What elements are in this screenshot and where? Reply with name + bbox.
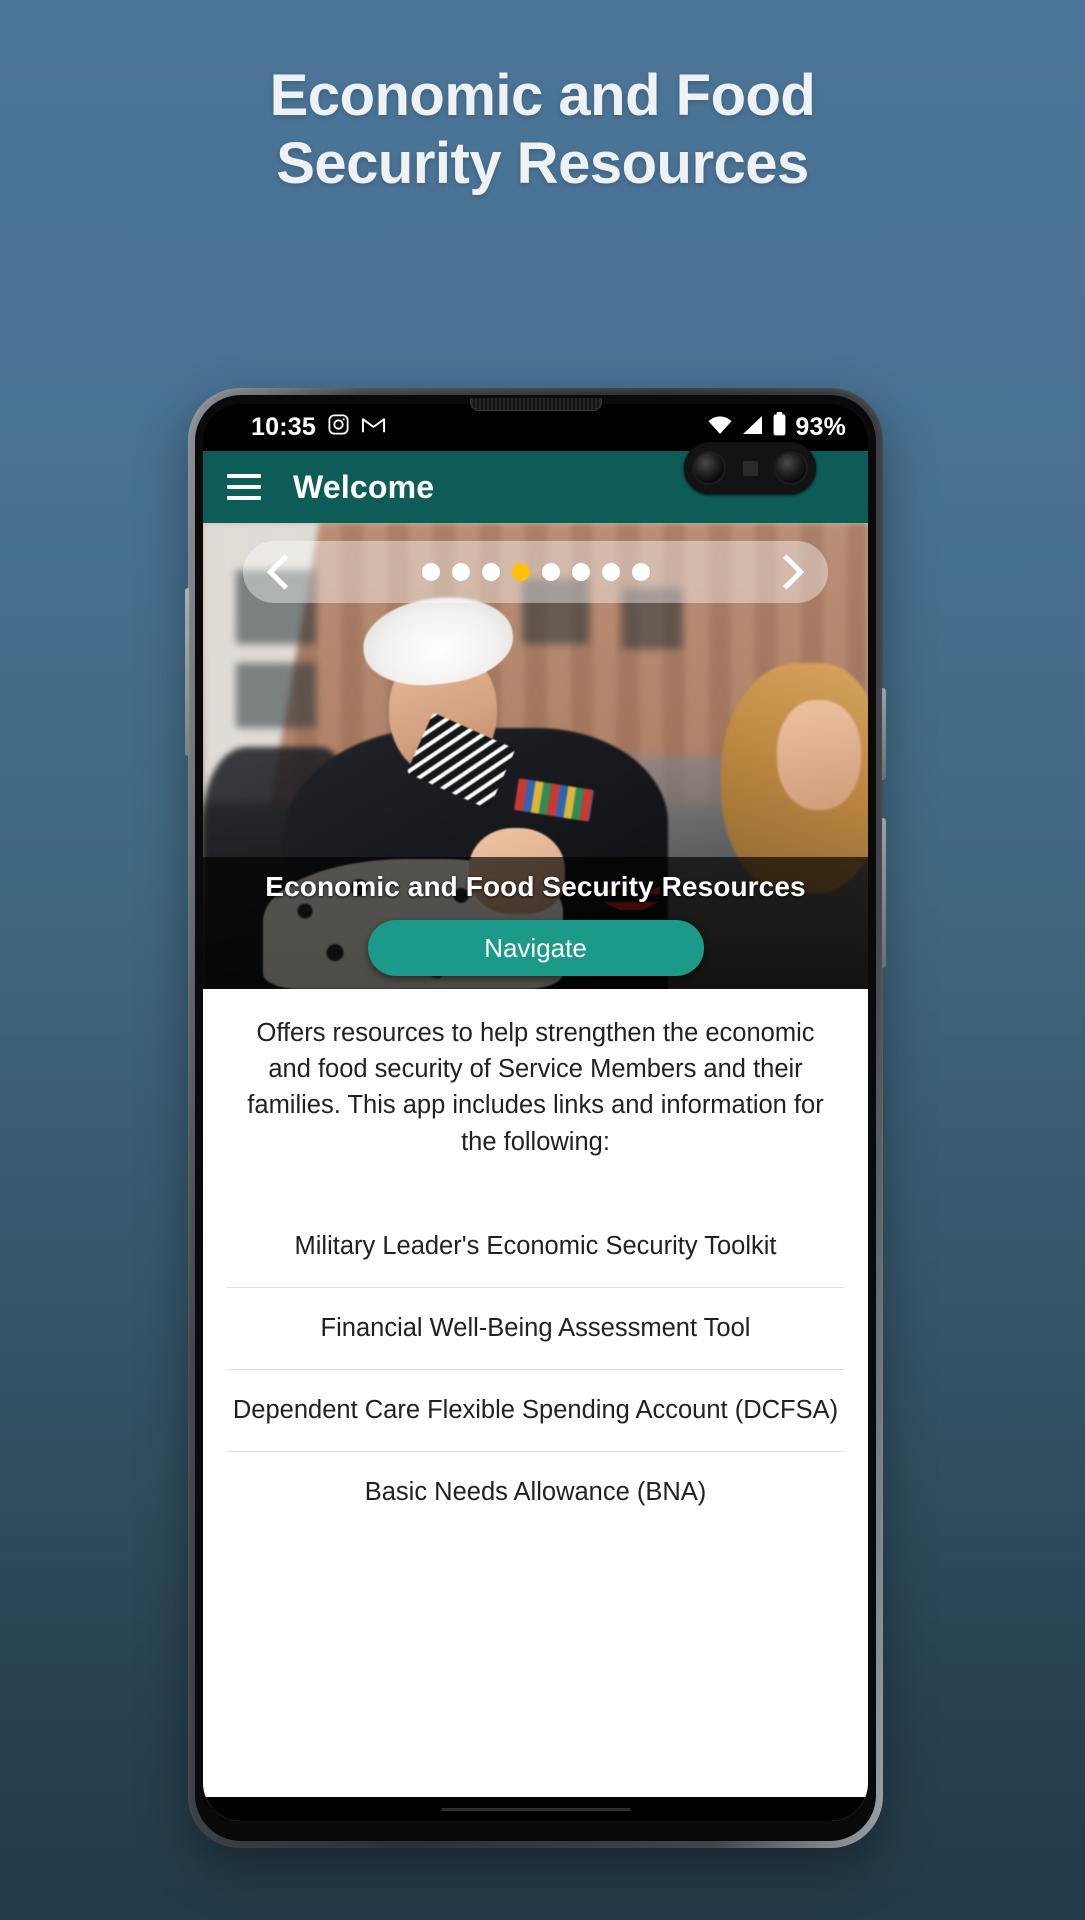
chevron-right-icon[interactable]	[772, 549, 806, 595]
earpiece-speaker-icon	[469, 398, 602, 411]
camera-lens-icon	[694, 453, 724, 483]
app-bar-title: Welcome	[293, 468, 435, 505]
page-title-line-1: Economic and Food	[269, 63, 816, 128]
carousel-dot-6[interactable]	[571, 563, 590, 581]
resource-list: Military Leader's Economic Security Tool…	[227, 1206, 844, 1533]
carousel-dot-5[interactable]	[541, 563, 560, 581]
camera-lens-icon	[776, 453, 806, 483]
instagram-icon	[327, 413, 350, 443]
hamburger-bar	[227, 474, 261, 478]
photo-window	[236, 662, 317, 729]
carousel-dot-7[interactable]	[601, 563, 620, 581]
list-item[interactable]: Basic Needs Allowance (BNA)	[227, 1452, 844, 1533]
phone-volume-button	[882, 818, 886, 968]
camera-sensor-icon	[742, 460, 758, 476]
phone-power-button	[882, 688, 886, 780]
chevron-left-icon[interactable]	[265, 549, 299, 595]
carousel-dot-1[interactable]	[421, 563, 440, 581]
carousel-dot-2[interactable]	[451, 563, 470, 581]
gmail-icon	[361, 414, 386, 442]
phone-bezel: 10:35 93% Welcome Economic and Food Secu…	[195, 395, 876, 1841]
page-title-line-2: Security Resources	[276, 131, 809, 197]
wifi-icon	[707, 414, 733, 442]
status-bar-right: 93%	[707, 412, 846, 443]
phone-mockup: 10:35 93% Welcome Economic and Food Secu…	[185, 388, 886, 1848]
battery-percent-label: 93%	[795, 413, 846, 441]
list-item[interactable]: Military Leader's Economic Security Tool…	[227, 1206, 844, 1288]
carousel-dot-4-active[interactable]	[511, 563, 530, 581]
cellular-signal-icon	[741, 414, 764, 442]
carousel-dots	[421, 563, 650, 581]
carousel-controls	[243, 541, 828, 603]
navigation-gesture-bar	[203, 1797, 868, 1821]
intro-paragraph: Offers resources to help strengthen the …	[247, 1019, 824, 1156]
list-item[interactable]: Dependent Care Flexible Spending Account…	[227, 1370, 844, 1452]
photo-woman-face	[777, 700, 862, 811]
carousel-dot-8[interactable]	[631, 563, 650, 581]
page-title: Economic and Food Security Resources	[0, 62, 1085, 199]
carousel-caption: Economic and Food Security Resources	[265, 871, 806, 902]
list-item[interactable]: Financial Well-Being Assessment Tool	[227, 1288, 844, 1370]
hamburger-bar	[227, 496, 261, 500]
status-bar-clock: 10:35	[251, 413, 316, 441]
status-bar-left: 10:35	[251, 413, 386, 443]
content-sheet: Offers resources to help strengthen the …	[203, 989, 868, 1821]
navigate-button[interactable]: Navigate	[367, 920, 704, 976]
hamburger-bar	[227, 485, 261, 489]
carousel-dot-3[interactable]	[481, 563, 500, 581]
hero-carousel[interactable]: Economic and Food Security Resources Nav…	[203, 523, 868, 989]
battery-icon	[772, 412, 787, 443]
front-camera-module-icon	[684, 442, 816, 494]
gesture-handle	[440, 1807, 631, 1811]
hamburger-menu-icon[interactable]	[227, 474, 261, 500]
phone-screen: 10:35 93% Welcome Economic and Food Secu…	[203, 404, 868, 1821]
phone-volume-button-left	[185, 588, 189, 756]
